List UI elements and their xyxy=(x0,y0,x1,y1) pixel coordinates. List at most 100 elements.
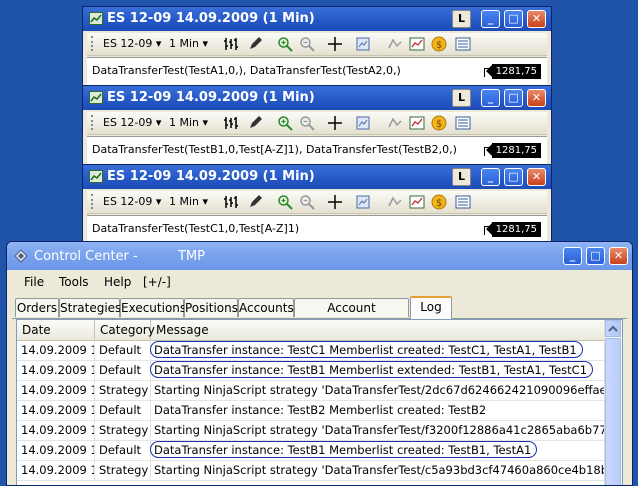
zoom-in-icon[interactable] xyxy=(277,194,293,210)
chart-toolbar: ES 12-09 ▾ 1 Min ▾ $ xyxy=(87,112,547,135)
chart-properties-icon[interactable] xyxy=(355,115,371,131)
column-header-category[interactable]: Category xyxy=(95,320,155,340)
tab-strip: Orders Strategies Executions Positions A… xyxy=(12,296,627,333)
chart-properties-icon[interactable] xyxy=(355,194,371,210)
close-button[interactable]: ✕ xyxy=(527,168,546,186)
zoom-out-icon[interactable] xyxy=(299,194,315,210)
close-button[interactable]: ✕ xyxy=(527,89,546,107)
link-button[interactable]: L xyxy=(452,89,471,107)
tab-strategies[interactable]: Strategies xyxy=(59,298,121,317)
cell-category: Default xyxy=(95,340,151,360)
maximize-button[interactable]: □ xyxy=(504,89,523,107)
table-row[interactable]: 14.09.2009 1 Default DataTransfer instance… xyxy=(17,340,605,361)
menu-tools[interactable]: Tools xyxy=(59,275,89,289)
table-row[interactable]: 14.09.2009 1 Strategy Starting NinjaScript… xyxy=(17,420,607,441)
toolbar-grip[interactable] xyxy=(91,115,96,130)
bar-type-icon[interactable] xyxy=(223,36,239,52)
data-box-icon[interactable] xyxy=(455,115,471,131)
control-center-window[interactable]: Control Center - TMP _ □ ✕ File Tools He… xyxy=(6,241,633,486)
control-center-titlebar[interactable]: Control Center - TMP _ □ ✕ xyxy=(7,242,632,270)
tab-positions[interactable]: Positions xyxy=(184,298,238,317)
indicators-icon[interactable] xyxy=(409,115,425,131)
menu-expand-collapse[interactable]: [+/-] xyxy=(143,275,171,289)
maximize-button[interactable]: □ xyxy=(504,10,523,28)
table-row[interactable]: 14.09.2009 1 Strategy Starting NinjaScript… xyxy=(17,460,607,481)
tab-executions[interactable]: Executions xyxy=(120,298,186,317)
strategy-icon[interactable] xyxy=(387,194,403,210)
chart-window[interactable]: ES 12-09 14.09.2009 (1 Min) L _ □ ✕ ES 1… xyxy=(82,164,552,244)
column-header-message[interactable]: Message xyxy=(151,320,607,340)
pen-drawing-icon[interactable] xyxy=(247,194,263,210)
close-button[interactable]: ✕ xyxy=(527,10,546,28)
table-row[interactable]: 14.09.2009 1 Default DataTransfer instance… xyxy=(17,360,605,381)
chart-panel[interactable]: DataTransferTest(TestB1,0,Test[A-Z]1), D… xyxy=(87,136,547,164)
scroll-up-button[interactable] xyxy=(605,320,621,337)
scroll-thumb[interactable] xyxy=(605,338,621,485)
link-button[interactable]: L xyxy=(452,10,471,28)
period-selector[interactable]: 1 Min ▾ xyxy=(169,37,208,50)
chart-window[interactable]: ES 12-09 14.09.2009 (1 Min) L _ □ ✕ ES 1… xyxy=(82,85,552,165)
menu-file[interactable]: File xyxy=(24,275,44,289)
chart-properties-icon[interactable] xyxy=(355,36,371,52)
cell-date: 14.09.2009 1 xyxy=(17,440,95,460)
chart-titlebar[interactable]: ES 12-09 14.09.2009 (1 Min) L _ □ ✕ xyxy=(83,86,551,110)
crosshair-icon[interactable] xyxy=(327,36,343,52)
currency-icon[interactable]: $ xyxy=(431,194,447,210)
period-selector[interactable]: 1 Min ▾ xyxy=(169,116,208,129)
minimize-button[interactable]: _ xyxy=(481,89,500,107)
chart-panel[interactable]: DataTransferTest(TestC1,0,Test[A-Z]1) 12… xyxy=(87,215,547,243)
cell-message: Starting NinjaScript strategy 'DataTrans… xyxy=(154,423,607,437)
currency-icon[interactable]: $ xyxy=(431,36,447,52)
instrument-selector[interactable]: ES 12-09 ▾ xyxy=(103,195,161,208)
zoom-in-icon[interactable] xyxy=(277,36,293,52)
currency-icon[interactable]: $ xyxy=(431,115,447,131)
period-selector[interactable]: 1 Min ▾ xyxy=(169,195,208,208)
zoom-out-icon[interactable] xyxy=(299,115,315,131)
indicators-icon[interactable] xyxy=(409,36,425,52)
log-grid[interactable]: Date Category Message 14.09.2009 1 Defaul… xyxy=(16,319,623,485)
link-button[interactable]: L xyxy=(452,168,471,186)
crosshair-icon[interactable] xyxy=(327,194,343,210)
data-box-icon[interactable] xyxy=(455,194,471,210)
cell-date: 14.09.2009 1 xyxy=(17,340,95,360)
chart-app-icon xyxy=(89,170,103,183)
bar-type-icon[interactable] xyxy=(223,194,239,210)
chart-titlebar[interactable]: ES 12-09 14.09.2009 (1 Min) L _ □ ✕ xyxy=(83,7,551,31)
minimize-button[interactable]: _ xyxy=(563,247,582,265)
table-row[interactable]: 14.09.2009 1 Default DataTransfer instance… xyxy=(17,400,605,421)
bar-type-icon[interactable] xyxy=(223,115,239,131)
close-button[interactable]: ✕ xyxy=(609,247,628,265)
zoom-out-icon[interactable] xyxy=(299,36,315,52)
menu-help[interactable]: Help xyxy=(104,275,131,289)
data-box-icon[interactable] xyxy=(455,36,471,52)
zoom-in-icon[interactable] xyxy=(277,115,293,131)
table-row[interactable]: 14.09.2009 1 Default DataTransfer instance… xyxy=(17,440,605,461)
tab-orders[interactable]: Orders xyxy=(15,298,59,317)
tab-log[interactable]: Log xyxy=(410,296,452,319)
instrument-selector[interactable]: ES 12-09 ▾ xyxy=(103,116,161,129)
toolbar-grip[interactable] xyxy=(91,36,96,51)
column-header-date[interactable]: Date xyxy=(17,320,95,340)
pen-drawing-icon[interactable] xyxy=(247,36,263,52)
table-row[interactable]: 14.09.2009 1 Strategy Starting NinjaScript… xyxy=(17,380,607,401)
strategy-icon[interactable] xyxy=(387,115,403,131)
tab-accounts[interactable]: Accounts xyxy=(238,298,294,317)
strategy-icon[interactable] xyxy=(387,36,403,52)
maximize-button[interactable]: □ xyxy=(504,168,523,186)
crosshair-icon[interactable] xyxy=(327,115,343,131)
chart-app-icon xyxy=(89,91,103,104)
svg-text:$: $ xyxy=(436,119,442,130)
vertical-scrollbar[interactable] xyxy=(604,320,622,485)
menu-bar: File Tools Help [+/-] xyxy=(7,271,632,293)
chart-panel[interactable]: DataTransferTest(TestA1,0,), DataTransfe… xyxy=(87,57,547,85)
chart-window[interactable]: ES 12-09 14.09.2009 (1 Min) L _ □ ✕ ES 1… xyxy=(82,6,552,86)
indicators-icon[interactable] xyxy=(409,194,425,210)
minimize-button[interactable]: _ xyxy=(481,168,500,186)
pen-drawing-icon[interactable] xyxy=(247,115,263,131)
chart-titlebar[interactable]: ES 12-09 14.09.2009 (1 Min) L _ □ ✕ xyxy=(83,165,551,189)
tab-account-performance[interactable]: Account Performance xyxy=(294,298,409,333)
maximize-button[interactable]: □ xyxy=(586,247,605,265)
instrument-selector[interactable]: ES 12-09 ▾ xyxy=(103,37,161,50)
minimize-button[interactable]: _ xyxy=(481,10,500,28)
toolbar-grip[interactable] xyxy=(91,194,96,209)
